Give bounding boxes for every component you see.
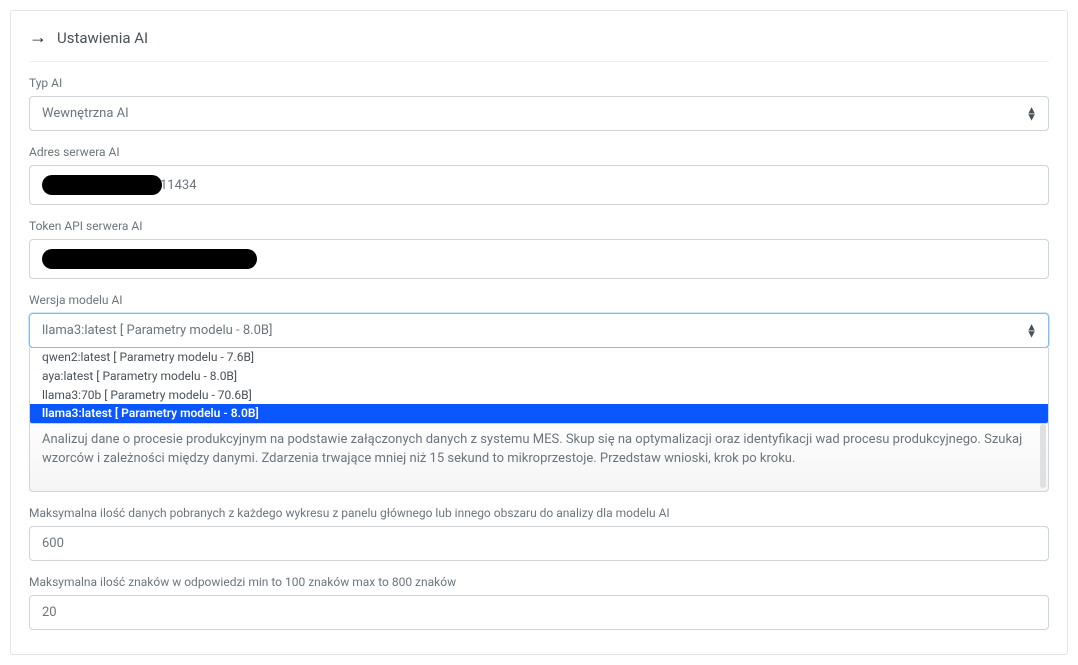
textarea-main-query-wrap: Analizuj dane o procesie produkcyjnym na… (29, 420, 1049, 492)
redacted-block (42, 175, 162, 195)
select-model-version-value: llama3:latest [ Parametry modelu - 8.0B] (42, 323, 272, 338)
arrow-right-icon: → (29, 29, 47, 47)
label-api-token: Token API serwera AI (29, 219, 1049, 233)
select-type-ai-wrap: Wewnętrzna AI ▲▼ (29, 96, 1049, 131)
input-max-chars[interactable] (29, 595, 1049, 630)
select-type-ai-value: Wewnętrzna AI (42, 106, 129, 121)
input-server-addr[interactable]: 11434 (29, 165, 1049, 205)
dropdown-item[interactable]: aya:latest [ Parametry modelu - 8.0B] (30, 367, 1048, 386)
dropdown-model-version: qwen2:latest [ Parametry modelu - 7.6B] … (29, 348, 1049, 424)
panel-title: Ustawienia AI (57, 29, 148, 47)
field-api-token: Token API serwera AI (29, 219, 1049, 279)
label-server-addr: Adres serwera AI (29, 145, 1049, 159)
redacted-block (42, 249, 257, 269)
field-type-ai: Typ AI Wewnętrzna AI ▲▼ (29, 76, 1049, 131)
settings-panel: → Ustawienia AI Typ AI Wewnętrzna AI ▲▼ … (10, 10, 1068, 655)
dropdown-item[interactable]: qwen2:latest [ Parametry modelu - 7.6B] (30, 348, 1048, 367)
input-max-data[interactable] (29, 526, 1049, 561)
field-max-chars: Maksymalna ilość znaków w odpowiedzi min… (29, 575, 1049, 630)
label-model-version: Wersja modelu AI (29, 293, 1049, 307)
label-type-ai: Typ AI (29, 76, 1049, 90)
input-api-token[interactable] (29, 239, 1049, 279)
dropdown-item[interactable]: llama3:70b [ Parametry modelu - 70.6B] (30, 386, 1048, 405)
textarea-main-query[interactable]: Analizuj dane o procesie produkcyjnym na… (29, 420, 1049, 492)
server-addr-suffix: 11434 (160, 178, 197, 193)
select-model-version[interactable]: llama3:latest [ Parametry modelu - 8.0B] (29, 313, 1049, 348)
field-server-addr: Adres serwera AI 11434 (29, 145, 1049, 205)
field-max-data: Maksymalna ilość danych pobranych z każd… (29, 506, 1049, 561)
panel-header: → Ustawienia AI (29, 23, 1049, 62)
select-model-version-wrap: llama3:latest [ Parametry modelu - 8.0B]… (29, 313, 1049, 348)
field-model-version: Wersja modelu AI llama3:latest [ Paramet… (29, 293, 1049, 348)
select-type-ai[interactable]: Wewnętrzna AI (29, 96, 1049, 131)
label-max-data: Maksymalna ilość danych pobranych z każd… (29, 506, 1049, 520)
scrollbar-indicator (1040, 424, 1046, 488)
label-max-chars: Maksymalna ilość znaków w odpowiedzi min… (29, 575, 1049, 589)
dropdown-item-selected[interactable]: llama3:latest [ Parametry modelu - 8.0B] (30, 404, 1048, 423)
main-query-text: Analizuj dane o procesie produkcyjnym na… (42, 432, 1022, 467)
